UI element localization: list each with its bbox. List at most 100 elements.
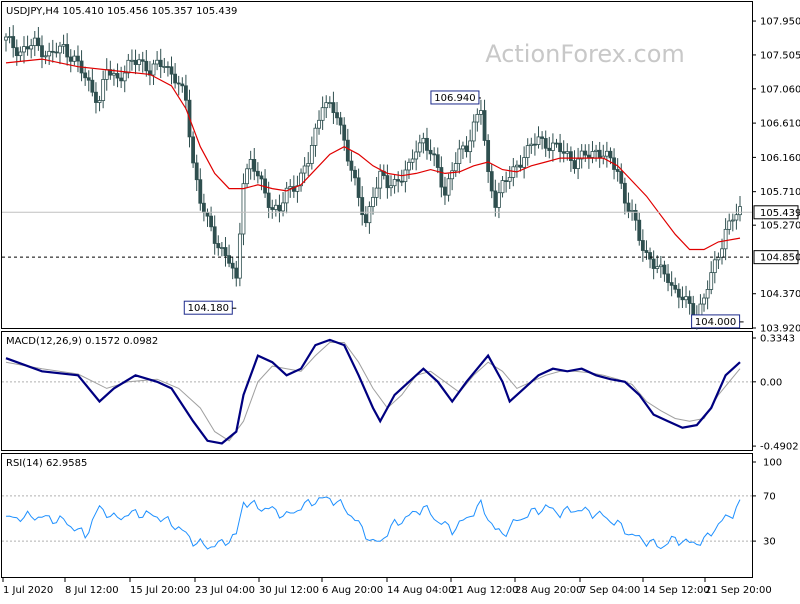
candle-body <box>482 110 487 141</box>
candle-body <box>461 145 465 150</box>
candle-body <box>626 202 631 212</box>
candle-body <box>651 258 656 269</box>
time-tick-label: 14 Aug 04:00 <box>387 585 454 596</box>
candle-body <box>119 77 124 82</box>
candle-body <box>281 202 285 212</box>
candle-body <box>428 149 433 155</box>
candle-body <box>97 100 102 103</box>
candle-body <box>529 143 534 147</box>
candle-body <box>94 91 98 103</box>
candle-body <box>288 186 293 189</box>
candle-body <box>176 82 181 85</box>
rsi-panel <box>1 453 753 578</box>
candle-body <box>324 102 329 109</box>
candle-body <box>515 164 519 168</box>
candle-body <box>709 272 714 290</box>
candle-body <box>140 59 145 62</box>
candle-body <box>216 243 221 249</box>
candle-body <box>727 220 732 230</box>
candle-body <box>317 119 321 129</box>
candle-body <box>137 59 142 65</box>
candle-body <box>630 210 634 212</box>
candle-body <box>443 186 447 196</box>
candle-body <box>378 170 383 189</box>
candle-body <box>50 50 55 53</box>
candle-body <box>392 179 397 187</box>
rsi-tick-label: 70 <box>763 491 776 502</box>
candle-body <box>158 59 163 68</box>
annotation-label: 106.940 <box>434 93 475 104</box>
candle-body <box>191 136 195 164</box>
candle-body <box>576 158 580 169</box>
candle-body <box>306 163 311 167</box>
candle-body <box>396 179 401 182</box>
candle-body <box>543 138 548 149</box>
time-tick-label: 23 Jul 04:00 <box>195 585 255 596</box>
time-tick-label: 1 Jul 2020 <box>3 585 53 596</box>
candle-body <box>554 142 559 145</box>
candle-body <box>594 149 598 152</box>
candle-body <box>738 206 742 216</box>
candle-body <box>320 107 325 121</box>
candle-body <box>356 177 361 198</box>
candle-body <box>525 145 530 158</box>
usdjpy-chart: ActionForex.com USDJPY,H4 105.410 105.45… <box>1 1 800 596</box>
time-tick-label: 21 Sep 20:00 <box>705 585 772 596</box>
candle-body <box>353 169 357 179</box>
candle-body <box>76 55 80 62</box>
candle-body <box>83 72 88 79</box>
candle-body <box>432 153 437 156</box>
price-tick-label: 107.950 <box>760 17 800 28</box>
candle-body <box>259 175 264 180</box>
candle-body <box>309 145 314 164</box>
candle-body <box>583 150 588 156</box>
macd-tick-label: 0.3343 <box>760 333 795 344</box>
candle-body <box>313 127 318 146</box>
candle-body <box>270 207 275 210</box>
candle-body <box>385 175 390 189</box>
time-tick-label: 21 Aug 12:00 <box>451 585 518 596</box>
price-tick-label: 105.710 <box>760 187 800 198</box>
candle-body <box>252 159 257 172</box>
candle-body <box>586 154 591 158</box>
candle-body <box>619 171 624 184</box>
candle-body <box>363 214 368 224</box>
rsi-tick-label: 100 <box>763 458 782 469</box>
price-marker-label: 104.850 <box>760 253 800 264</box>
candle-body <box>421 137 426 144</box>
candle-body <box>655 266 660 269</box>
candle-body <box>723 228 728 250</box>
candle-body <box>162 66 167 68</box>
candle-body <box>194 162 199 181</box>
candle-body <box>425 137 429 151</box>
candle-body <box>155 59 160 65</box>
candle-body <box>342 124 347 141</box>
candle-body <box>504 180 509 182</box>
macd-tick-label: 0.00 <box>760 377 782 388</box>
candle-body <box>104 69 109 80</box>
macd-panel <box>1 331 753 451</box>
candle-body <box>493 190 498 208</box>
candle-body <box>43 55 48 58</box>
candle-body <box>234 267 239 279</box>
candle-body <box>331 102 336 114</box>
candle-body <box>536 136 541 145</box>
price-tick-label: 107.505 <box>760 50 800 61</box>
candle-body <box>36 37 41 47</box>
candle-body <box>335 112 339 119</box>
candle-body <box>367 206 372 224</box>
candle-body <box>640 240 645 251</box>
candle-body <box>22 46 26 53</box>
candle-body <box>669 282 674 286</box>
candle-body <box>561 151 566 154</box>
candle-body <box>101 79 106 101</box>
candle-body <box>11 36 16 49</box>
candle-body <box>198 179 203 204</box>
macd-tick-label: -0.4902 <box>760 442 799 453</box>
candle-body <box>230 262 235 269</box>
price-tick-label: 105.270 <box>760 221 800 232</box>
candle-body <box>151 63 156 76</box>
candle-body <box>338 117 343 126</box>
candle-body <box>410 158 415 163</box>
macd-title: MACD(12,26,9) 0.1572 0.0982 <box>6 336 158 347</box>
